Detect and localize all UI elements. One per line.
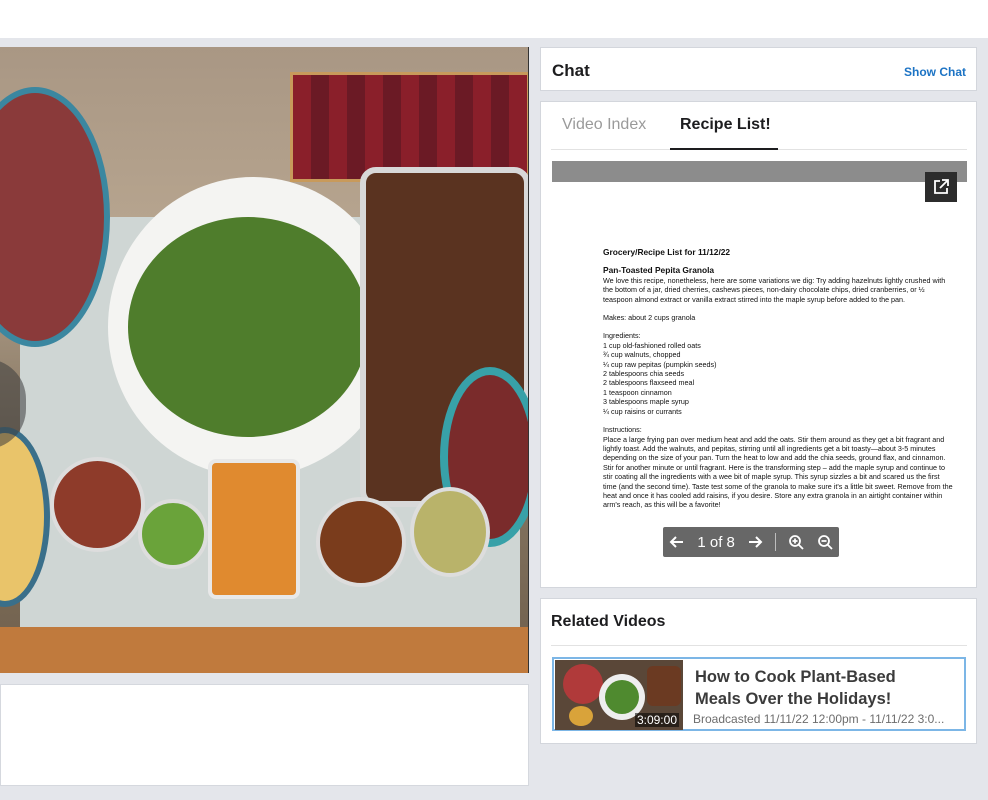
arrow-right-icon[interactable]: [746, 533, 764, 551]
related-videos-title: Related Videos: [551, 613, 666, 630]
ingredient-item: 2 tablespoons chia seeds: [603, 369, 685, 379]
video-duration: 3:09:00: [634, 713, 679, 727]
ingredient-item: ¼ cup raisins or currants: [603, 406, 682, 416]
recipe-title: Pan-Toasted Pepita Granola: [603, 265, 715, 276]
tab-bar: Video Index Recipe List!: [551, 102, 967, 150]
active-tab-indicator: [670, 148, 778, 150]
chat-card: Chat Show Chat: [540, 47, 977, 91]
arrow-right-glyph: [748, 536, 763, 548]
divider: [551, 645, 967, 646]
related-videos-card: Related Videos 3:09:00 How to Cook Plant…: [540, 598, 977, 744]
video-player[interactable]: [0, 47, 529, 673]
video-thumbnail[interactable]: 3:09:00: [555, 660, 683, 730]
recipe-yield: Makes: about 2 cups granola: [603, 313, 696, 323]
zoom-out-icon[interactable]: [816, 533, 834, 551]
thumbnail-shape: [569, 706, 593, 726]
zoom-out-glyph: [817, 535, 833, 550]
zoom-in-glyph: [788, 535, 804, 550]
ingredient-item: 1 teaspoon cinnamon: [603, 387, 672, 397]
tab-recipe-list[interactable]: Recipe List!: [680, 116, 771, 134]
ingredient-item: ¼ cup raw pepitas (pumpkin seeds): [603, 359, 717, 369]
document-toolbar: [552, 161, 967, 182]
show-chat-link[interactable]: Show Chat: [904, 65, 966, 79]
pager-divider: [774, 533, 776, 551]
video-frame-counter: [0, 627, 528, 673]
external-link-glyph: [934, 179, 949, 194]
thumbnail-shape: [605, 680, 639, 714]
external-link-icon[interactable]: [925, 172, 957, 202]
document-pager: 1 of 8: [663, 527, 839, 557]
video-frame-bowl: [50, 457, 145, 552]
video-frame-bowl: [138, 499, 208, 569]
ingredients-label: Ingredients:: [603, 331, 641, 341]
video-frame-bowl: [316, 497, 406, 587]
ingredient-item: 3 tablespoons maple syrup: [603, 397, 689, 407]
video-frame-dish: [208, 459, 300, 599]
recipe-intro: We love this recipe, nonetheless, here a…: [603, 275, 946, 304]
video-frame-salad: [128, 217, 368, 437]
ingredient-item: 1 cup old-fashioned rolled oats: [603, 340, 701, 350]
thumbnail-shape: [647, 666, 681, 706]
instructions-label: Instructions:: [603, 425, 642, 435]
arrow-left-glyph: [670, 536, 684, 548]
top-bar: [0, 0, 988, 38]
recipe-document: Grocery/Recipe List for 11/12/22 Pan-Toa…: [603, 247, 953, 519]
ingredient-item: ¾ cup walnuts, chopped: [603, 350, 681, 360]
video-frame-bowl: [410, 487, 490, 577]
recipe-panel: Video Index Recipe List! Grocery/Recipe …: [540, 101, 977, 588]
related-video-meta: Broadcasted 11/11/22 12:00pm - 11/11/22 …: [693, 712, 945, 726]
arrow-left-icon[interactable]: [668, 533, 686, 551]
ingredient-item: 2 tablespoons flaxseed meal: [603, 378, 695, 388]
tab-video-index[interactable]: Video Index: [562, 116, 646, 134]
zoom-in-icon[interactable]: [787, 533, 805, 551]
recipe-instructions: Place a large frying pan over medium hea…: [603, 434, 953, 510]
document-heading: Grocery/Recipe List for 11/12/22: [603, 247, 731, 257]
chat-title: Chat: [552, 61, 590, 80]
related-video-item[interactable]: 3:09:00 How to Cook Plant-Based Meals Ov…: [552, 657, 966, 731]
related-video-title[interactable]: How to Cook Plant-Based Meals Over the H…: [695, 666, 935, 710]
page-indicator: 1 of 8: [697, 533, 735, 551]
video-frame-rug: [290, 72, 528, 182]
video-info-panel: [0, 684, 529, 786]
thumbnail-shape: [563, 664, 603, 704]
